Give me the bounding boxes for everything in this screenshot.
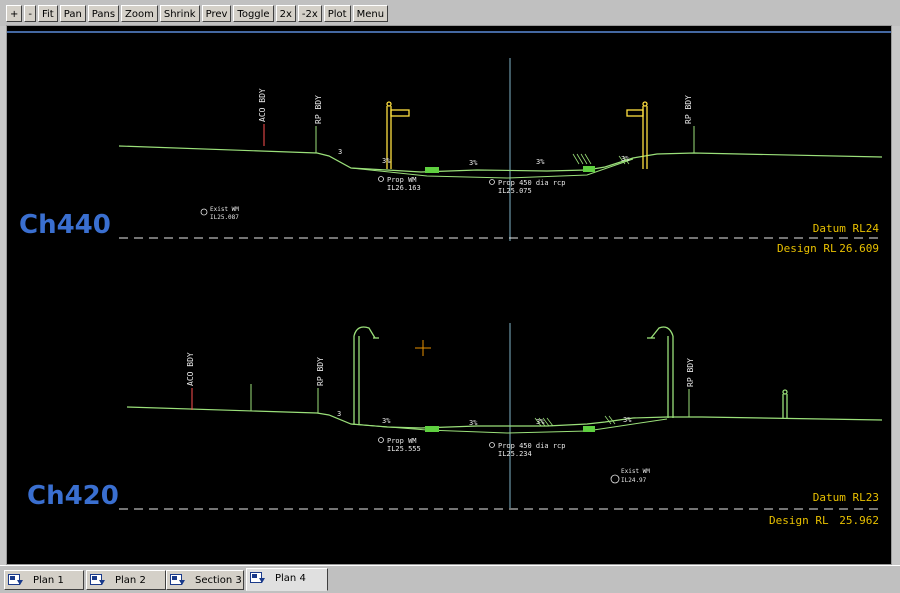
tab-plan-2[interactable]: Plan 2: [86, 570, 166, 590]
zoom-in-button[interactable]: +: [6, 4, 23, 22]
sheet-icon: [8, 574, 23, 585]
cursor-crosshair: [415, 340, 431, 356]
kerb-left: [425, 167, 439, 173]
design-rl-value: 25.962: [839, 514, 879, 527]
chainage-label: Ch440: [19, 210, 111, 240]
service-name: Prop 450 dia rcp: [498, 179, 565, 187]
service-marker: [610, 474, 620, 484]
cross-section-ch420: Ch420 Datum RL23 Design RL 25.962 ACO BD…: [27, 323, 883, 527]
service-level: IL26.163: [387, 184, 421, 192]
boundary-label: ACO BDY: [186, 352, 195, 386]
slope-label: 3%: [469, 159, 478, 167]
street-light-right: [647, 326, 674, 418]
service-name: Prop WM: [387, 437, 417, 445]
design-rl-value: 26.609: [839, 242, 879, 255]
drawing-viewport[interactable]: Ch440 Datum RL24 Design RL 26.609 ACO BD…: [6, 25, 892, 565]
street-light-left: [353, 326, 379, 424]
service-marker: [489, 179, 495, 185]
sheet-icon: [170, 574, 185, 585]
design-rl-label: Design RL: [777, 242, 837, 255]
sheet-icon: [250, 572, 265, 583]
slope-label: 3%: [382, 157, 391, 165]
pan-button[interactable]: Pan: [59, 4, 86, 22]
menu-button[interactable]: Menu: [352, 4, 389, 22]
zoom-minus-2x-button[interactable]: -2x: [297, 4, 322, 22]
slope-label: 3%: [469, 419, 478, 427]
tab-label: Plan 2: [115, 575, 146, 586]
toolbar: + - Fit Pan Pans Zoom Shrink Prev Toggle…: [0, 0, 900, 26]
service-marker: [378, 176, 384, 182]
service-level: IL25.234: [498, 450, 532, 458]
small-post: [782, 389, 788, 418]
boundary-label: RP BDY: [316, 357, 325, 386]
ground-profile: [126, 406, 883, 429]
service-name: Prop 450 dia rcp: [498, 442, 565, 450]
tab-plan-1[interactable]: Plan 1: [4, 570, 84, 590]
service-name: Exist WM: [621, 468, 650, 475]
ground-profile: [118, 145, 883, 173]
datum-label: Datum RL23: [813, 491, 879, 504]
fit-button[interactable]: Fit: [38, 4, 58, 22]
zoom-button[interactable]: Zoom: [121, 4, 158, 22]
tab-label: Plan 4: [275, 573, 306, 584]
slope-label: 3%: [382, 417, 391, 425]
service-name: Exist WM: [210, 206, 239, 213]
kerb-left: [425, 426, 439, 432]
service-level: IL25.075: [498, 187, 532, 195]
tab-label: Section 3: [195, 575, 242, 586]
service-marker: [378, 437, 384, 443]
slope-label: 3%: [536, 158, 545, 166]
boundary-label: RP BDY: [684, 95, 693, 124]
boundary-label: RP BDY: [314, 95, 323, 124]
service-level: IL25.555: [387, 445, 421, 453]
zoom-2x-button[interactable]: 2x: [275, 4, 296, 22]
kerb-right: [583, 166, 595, 172]
tab-section-3[interactable]: Section 3: [166, 570, 244, 590]
service-marker: [489, 442, 495, 448]
tab-label: Plan 1: [33, 575, 64, 586]
cross-section-ch440: Ch440 Datum RL24 Design RL 26.609 ACO BD…: [19, 58, 883, 255]
side-slope-label: 3: [337, 410, 341, 418]
service-marker: [200, 208, 208, 216]
side-slope-label: 3: [338, 148, 342, 156]
plot-button[interactable]: Plot: [323, 4, 351, 22]
boundary-label: RP BDY: [686, 358, 695, 387]
zoom-out-button[interactable]: -: [24, 4, 36, 22]
slope-label: 3%: [536, 418, 545, 426]
pans-button[interactable]: Pans: [87, 4, 120, 22]
slope-label: 3%: [621, 155, 630, 163]
cad-drawing-canvas[interactable]: Ch440 Datum RL24 Design RL 26.609 ACO BD…: [7, 26, 891, 564]
service-level: IL25.087: [210, 214, 239, 221]
datum-label: Datum RL24: [813, 222, 880, 235]
prev-button[interactable]: Prev: [201, 4, 232, 22]
chainage-label: Ch420: [27, 481, 119, 511]
kerb-right: [583, 426, 595, 432]
sheet-icon: [90, 574, 105, 585]
boundary-label: ACO BDY: [258, 88, 267, 122]
service-name: Prop WM: [387, 176, 417, 184]
shrink-button[interactable]: Shrink: [159, 4, 200, 22]
design-rl-label: Design RL: [769, 514, 829, 527]
tab-plan-4[interactable]: Plan 4: [246, 568, 328, 591]
slope-label: 3%: [623, 416, 632, 424]
toggle-button[interactable]: Toggle: [233, 4, 274, 22]
service-level: IL24.97: [621, 477, 647, 484]
sheet-tab-bar: Plan 1 Plan 2 Section 3 Plan 4: [0, 565, 900, 593]
